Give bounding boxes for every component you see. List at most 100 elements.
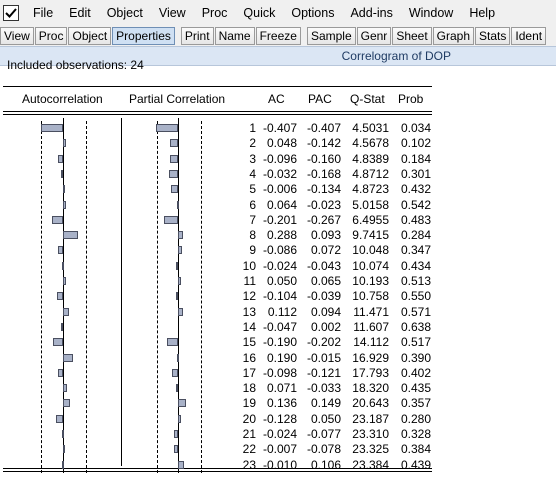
qstat-value: 14.112 [353,335,389,350]
print-button[interactable]: Print [180,27,214,45]
pac-bar [170,185,178,194]
lag-value: 18 [242,381,256,396]
pac-value: 0.094 [310,304,341,319]
pac-bar [169,169,178,178]
stats-button[interactable]: Stats [475,27,511,45]
lag-value: 10 [242,258,256,273]
prob-value: 0.513 [400,274,431,288]
ac-bar [63,277,66,285]
pac-value: -0.267 [306,212,341,227]
ac-value: -0.007 [262,442,297,457]
view-button[interactable]: View [0,27,34,45]
menu-view[interactable]: View [151,0,194,26]
ac-band-lower [41,121,42,473]
menu-window[interactable]: Window [401,0,461,26]
lag-value: 15 [242,335,256,350]
sample-button[interactable]: Sample [306,27,356,45]
menu-options[interactable]: Options [283,0,342,26]
menu-help[interactable]: Help [461,0,503,26]
object-button[interactable]: Object [68,27,112,45]
ac-value: -0.128 [262,411,297,426]
pac-value: -0.142 [306,136,341,151]
menu-quick[interactable]: Quick [235,0,283,26]
pac-bar [175,292,178,301]
ac-bar [62,185,65,194]
ac-band-upper [86,121,87,473]
ac-value: 0.048 [266,136,297,151]
ident-button[interactable]: Ident [511,27,547,45]
sheet-button[interactable]: Sheet [392,27,432,45]
pac-bar [178,246,182,255]
pac-bar [178,399,186,408]
ac-value: -0.086 [262,243,297,258]
prob-value: 0.328 [400,427,431,441]
lag-value: 5 [249,182,256,197]
lag-value: 23 [242,457,256,472]
pac-value: -0.039 [306,289,341,304]
header-rule-1 [3,111,432,112]
pac-bar [178,307,183,316]
prob-value: 0.390 [400,350,431,365]
app-logo-icon[interactable] [3,5,19,21]
qstat-value: 23.325 [352,442,389,457]
qstat-value: 10.758 [352,289,389,304]
pac-value: 0.093 [310,228,341,243]
qstat-value: 9.7415 [352,228,389,243]
menu-proc[interactable]: Proc [194,0,236,26]
lag-value: 9 [249,243,256,258]
prob-value: 0.517 [400,335,431,350]
graph-button[interactable]: Graph [432,27,475,45]
pac-value: 0.002 [310,319,341,334]
ac-value: 0.071 [266,381,297,396]
ac-header: AC [268,92,285,106]
ac-bar [61,261,64,270]
menu-file[interactable]: File [25,0,61,26]
qstat-value: 11.471 [353,304,389,319]
lag-value: 3 [249,151,256,166]
proc-button[interactable]: Proc [34,27,68,45]
pac-value: -0.077 [306,427,341,441]
ac-value: 0.050 [266,274,297,288]
qstat-value: 5.0158 [352,197,389,212]
pac-value: -0.078 [306,442,341,457]
qstat-value: 4.8723 [352,182,389,197]
pac-bar [178,231,183,240]
pac-bar [177,353,180,362]
header-rule-2 [3,114,432,115]
properties-button[interactable]: Properties [112,27,175,45]
ac-value: -0.006 [262,182,297,197]
prob-header: Prob [398,92,424,106]
genr-button[interactable]: Genr [356,27,392,45]
ac-bar [41,124,63,132]
menu-add-ins[interactable]: Add-ins [342,0,400,26]
name-button[interactable]: Name [214,27,255,45]
pac-value: -0.023 [306,197,341,212]
prob-value: 0.638 [400,319,431,334]
qstat-value: 20.643 [352,396,389,411]
pac-bar [156,124,178,132]
ac-value: -0.032 [262,166,297,181]
prob-value: 0.301 [400,166,431,181]
ac-value: 0.190 [266,350,297,365]
pac-bar [176,200,179,209]
prob-value: 0.184 [400,151,431,166]
ac-bar [62,445,65,454]
prob-value: 0.434 [400,258,431,273]
lag-value: 14 [242,319,256,334]
pac-bar [175,261,178,270]
menu-edit[interactable]: Edit [61,0,99,26]
prob-value: 0.432 [400,182,431,197]
pac-bar [173,430,178,438]
lag-value: 21 [242,427,256,441]
qstat-value: 16.929 [352,350,389,365]
lag-value: 17 [242,365,256,380]
ac-bar [61,169,64,178]
ac-value: -0.098 [262,365,297,380]
qstat-value: 11.607 [353,319,389,334]
menu-object[interactable]: Object [99,0,151,26]
correlogram-table: Autocorrelation Partial Correlation AC P… [0,66,556,478]
lag-value: 1 [249,121,256,135]
freeze-button[interactable]: Freeze [255,27,301,45]
prob-value: 0.571 [400,304,431,319]
qstat-value: 4.5678 [352,136,389,151]
